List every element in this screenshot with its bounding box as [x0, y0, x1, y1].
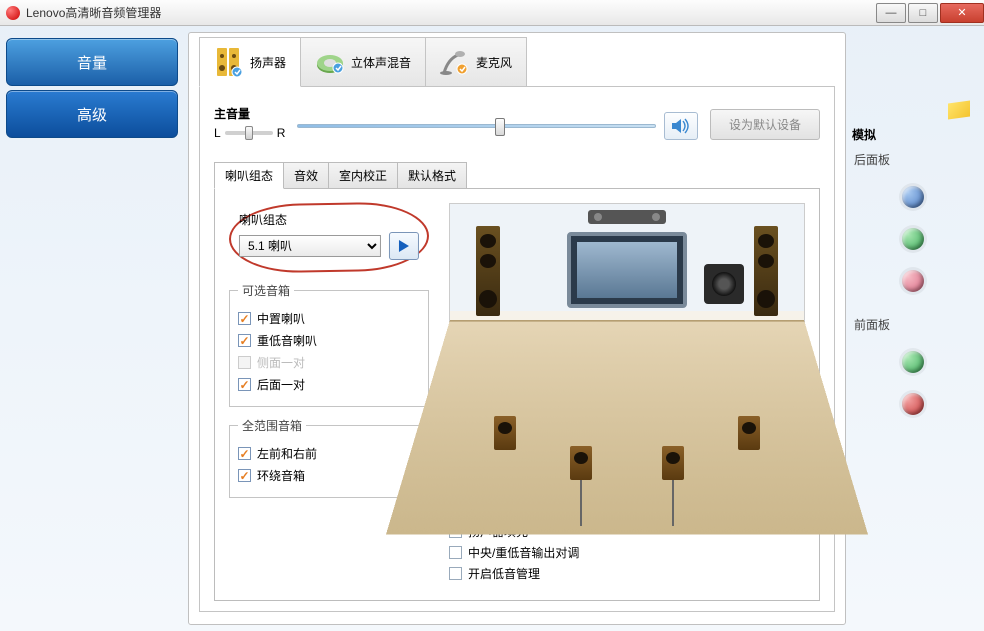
highlight-ellipse: 喇叭组态 5.1 喇叭 — [228, 201, 429, 273]
checkbox-side-pair — [238, 356, 251, 369]
device-tab-mic[interactable]: 麦克风 — [425, 37, 527, 87]
checkbox-surround[interactable] — [238, 469, 251, 482]
front-left-speaker-icon — [476, 226, 500, 316]
set-default-device-button[interactable]: 设为默认设备 — [710, 109, 820, 140]
main-volume-label: 主音量 — [214, 105, 285, 122]
rear-left-speaker-icon — [570, 446, 592, 480]
label-subwoofer: 重低音喇叭 — [257, 332, 317, 349]
tab-speaker-config[interactable]: 喇叭组态 — [214, 162, 284, 189]
app-icon — [6, 6, 20, 20]
nav-advanced[interactable]: 高级 — [6, 90, 178, 138]
optional-speakers-group: 可选音箱 中置喇叭 重低音喇叭 侧面一对 — [229, 282, 429, 407]
center-speaker-icon — [588, 210, 666, 224]
left-nav: 音量 高级 — [0, 26, 184, 631]
analog-label: 模拟 — [852, 126, 970, 143]
jack-rear-mic[interactable] — [902, 270, 924, 292]
main-panel: 扬声器 立体声混音 麦克风 — [188, 32, 846, 625]
checkbox-center-speaker[interactable] — [238, 312, 251, 325]
balance-left-label: L — [214, 126, 221, 140]
rear-panel-label: 后面板 — [854, 151, 970, 168]
balance-right-label: R — [277, 126, 286, 140]
jack-rear-line-in[interactable] — [902, 186, 924, 208]
side-right-speaker-icon — [738, 416, 760, 450]
label-surround: 环绕音箱 — [257, 467, 305, 484]
stereo-mix-icon — [315, 46, 345, 80]
tab-default-format[interactable]: 默认格式 — [397, 162, 467, 189]
sticky-note-icon[interactable] — [948, 100, 970, 119]
device-tab-speaker-label: 扬声器 — [250, 54, 286, 71]
subwoofer-icon — [704, 264, 744, 304]
close-button[interactable]: ✕ — [940, 3, 984, 23]
checkbox-bass-management[interactable] — [449, 567, 462, 580]
jack-rear-line-out[interactable] — [902, 228, 924, 250]
full-range-title: 全范围音箱 — [238, 417, 306, 434]
front-right-speaker-icon — [754, 226, 778, 316]
minimize-button[interactable]: — — [876, 3, 906, 23]
device-tab-speaker[interactable]: 扬声器 — [199, 37, 301, 87]
jack-front-headphone[interactable] — [902, 351, 924, 373]
checkbox-subwoofer[interactable] — [238, 334, 251, 347]
nav-volume[interactable]: 音量 — [6, 38, 178, 86]
label-rear-pair: 后面一对 — [257, 376, 305, 393]
label-center-speaker: 中置喇叭 — [257, 310, 305, 327]
checkbox-front-lr[interactable] — [238, 447, 251, 460]
speaker-config-select[interactable]: 5.1 喇叭 — [239, 235, 381, 257]
label-bass-management: 开启低音管理 — [468, 565, 540, 582]
full-range-group: 全范围音箱 左前和右前 环绕音箱 — [229, 417, 429, 498]
play-test-button[interactable] — [389, 232, 419, 260]
device-tab-stereo-mix[interactable]: 立体声混音 — [300, 37, 426, 87]
optional-speakers-title: 可选音箱 — [238, 282, 294, 299]
mute-button[interactable] — [664, 112, 698, 140]
balance-slider[interactable] — [225, 131, 273, 135]
jack-front-mic[interactable] — [902, 393, 924, 415]
tv-icon — [567, 232, 687, 308]
play-icon — [397, 239, 411, 253]
speaker-sound-icon — [671, 117, 691, 135]
speaker-room-visual — [449, 203, 805, 511]
rear-right-speaker-icon — [662, 446, 684, 480]
checkbox-swap-center-sub[interactable] — [449, 546, 462, 559]
device-tab-stereo-mix-label: 立体声混音 — [351, 54, 411, 71]
main-volume-slider[interactable] — [297, 124, 656, 128]
tab-room-correction[interactable]: 室内校正 — [328, 162, 398, 189]
label-swap-center-sub: 中央/重低音输出对调 — [468, 544, 579, 561]
titlebar: Lenovo高清晰音频管理器 — □ ✕ — [0, 0, 984, 26]
front-panel-label: 前面板 — [854, 316, 970, 333]
side-left-speaker-icon — [494, 416, 516, 450]
label-side-pair: 侧面一对 — [257, 354, 305, 371]
speaker-icon — [214, 45, 244, 79]
checkbox-rear-pair[interactable] — [238, 378, 251, 391]
jack-panel: 模拟 后面板 前面板 — [846, 32, 976, 625]
maximize-button[interactable]: □ — [908, 3, 938, 23]
microphone-icon — [440, 46, 470, 80]
tab-sound-effect[interactable]: 音效 — [283, 162, 329, 189]
window-title: Lenovo高清晰音频管理器 — [26, 4, 874, 21]
device-tab-mic-label: 麦克风 — [476, 54, 512, 71]
label-front-lr: 左前和右前 — [257, 445, 317, 462]
speaker-config-group-label: 喇叭组态 — [239, 211, 419, 228]
